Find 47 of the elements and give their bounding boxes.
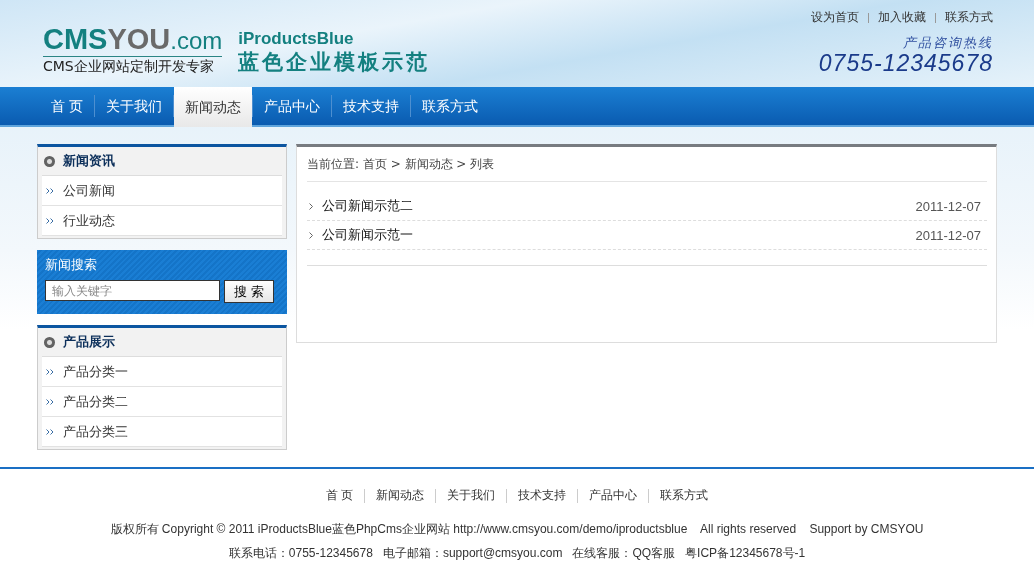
double-chevron-icon [46,398,54,405]
chevron-icon [309,231,313,239]
chevron-icon [309,202,313,210]
contact-text: 联系电话：0755-12345678 电子邮箱：support@cmsyou.com 在线客服：QQ客服 粤ICP备12345678号-1 [228,545,806,562]
logo-text[interactable]: CMSYOU.com [43,25,223,57]
search-button[interactable]: 搜 索 [224,280,274,303]
hotline-label: 产品咨询热线 [903,34,993,52]
footer-link[interactable]: 产品中心 [589,487,638,504]
footer-link[interactable]: 联系方式 [660,487,709,504]
nav-tab[interactable]: 技术支持 [332,87,411,125]
bullet-icon [44,336,55,348]
nav-tab[interactable]: 新闻动态 [174,87,253,127]
breadcrumb: 当前位置: 首页 > 新闻动态 > 列表 [307,147,987,182]
double-chevron-icon [46,187,54,194]
sidebar-link[interactable]: 产品分类三 [63,422,128,441]
article-date: 2011-12-07 [915,227,981,243]
double-chevron-icon [46,368,54,375]
footer-link[interactable]: 关于我们 [447,487,496,504]
nav-tab[interactable]: 联系方式 [411,87,490,125]
sidebar-link[interactable]: 产品分类二 [63,392,128,411]
top-link[interactable]: 加入收藏 [878,9,926,26]
bullet-icon [44,155,55,167]
panel-title: 新闻资讯 [63,152,115,170]
article-link[interactable]: 公司新闻示范二 [322,197,916,215]
copyright-text: 版权所有 Copyright © 2011 iProductsBlue蓝色PhpCms企业网站 http://www.cmsyou.com/demo/iproductsblue All rights reserved Support by CMSYOU [110,521,924,538]
footer-link[interactable]: 技术支持 [518,487,567,504]
nav-tab[interactable]: 关于我们 [95,87,174,125]
search-field[interactable]: 输入关键字 [45,280,220,301]
article-link[interactable]: 公司新闻示范一 [322,226,916,244]
top-link[interactable]: 设为首页 [811,9,859,26]
double-chevron-icon [46,217,54,224]
article-date: 2011-12-07 [915,198,981,214]
site-subtitle: 蓝色企业模板示范 [238,49,431,75]
site-name: iProductsBlue [238,29,355,49]
sidebar-link[interactable]: 产品分类一 [63,362,128,381]
sidebar-link[interactable]: 行业动态 [63,211,115,230]
top-link[interactable]: 联系方式 [945,9,993,26]
hotline-number: 0755-12345678 [818,52,993,74]
panel-title: 产品展示 [63,333,115,351]
logo-tagline: CMS企业网站定制开发专家 [43,57,215,75]
nav-tab[interactable]: 产品中心 [253,87,332,125]
sidebar-link[interactable]: 公司新闻 [63,181,115,200]
footer-link[interactable]: 首 页 [325,487,354,504]
nav-tab[interactable]: 首 页 [40,87,95,125]
double-chevron-icon [46,428,54,435]
footer-link[interactable]: 新闻动态 [376,487,425,504]
panel-title: 新闻搜索 [45,256,98,274]
